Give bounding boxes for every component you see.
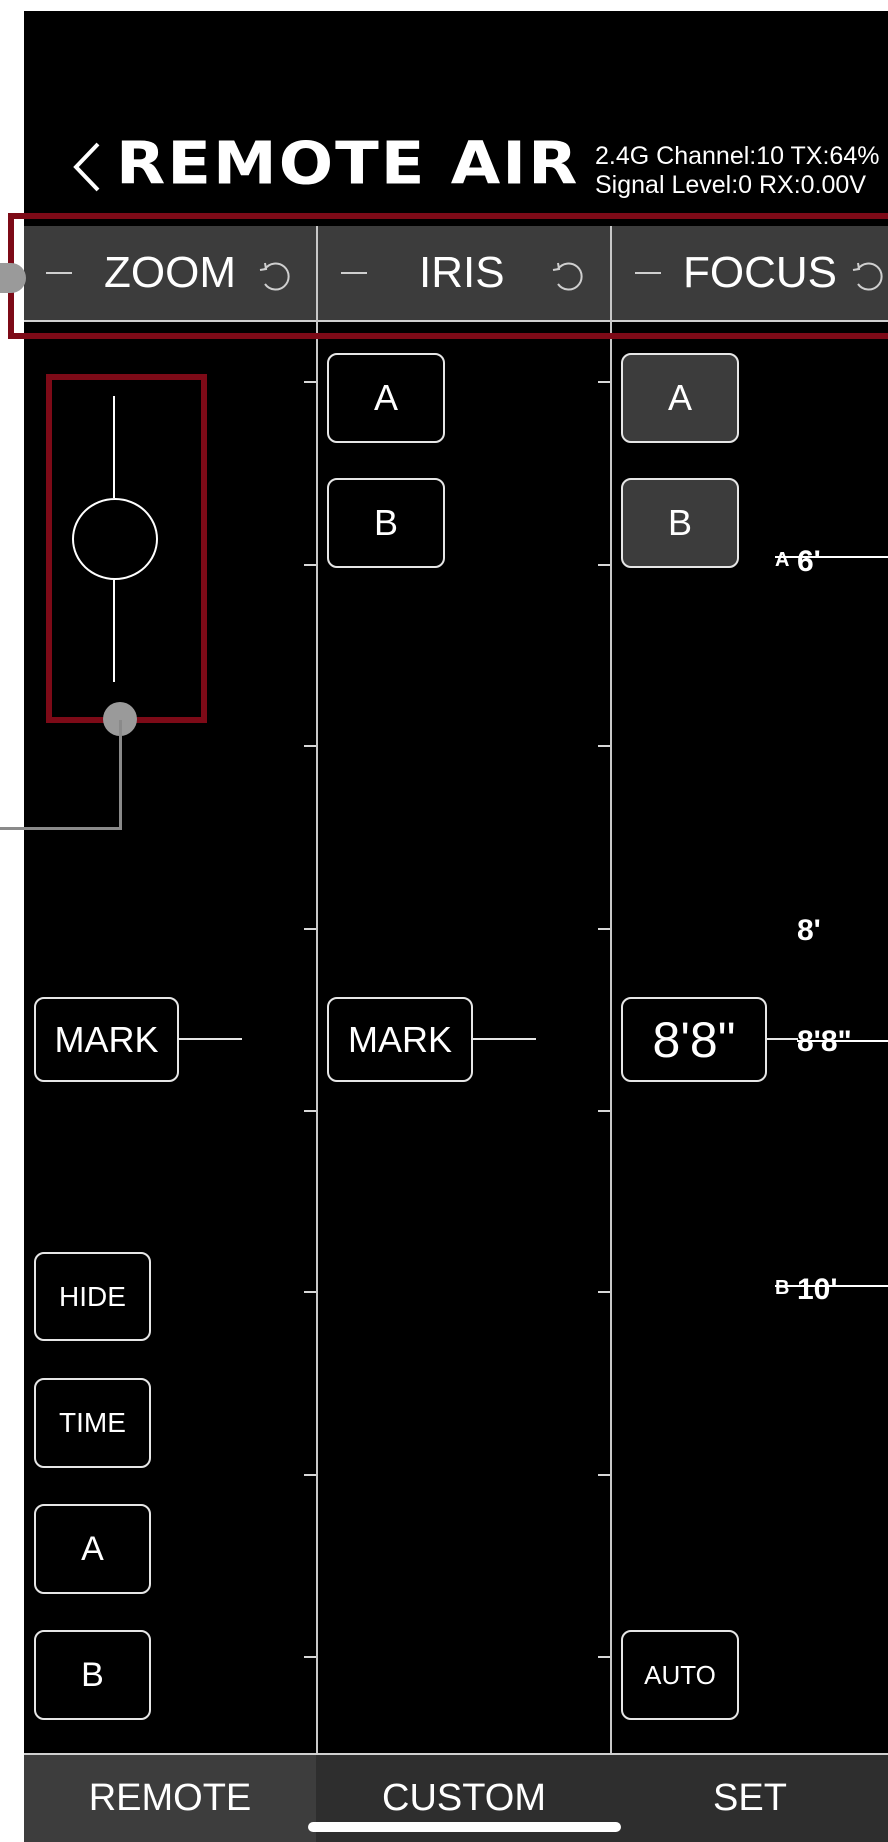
callout-line [0, 827, 122, 830]
scale-marker-a: A [775, 549, 790, 571]
focus-a-button[interactable]: A [621, 353, 739, 443]
home-indicator[interactable] [308, 1822, 621, 1832]
back-chevron-icon[interactable] [70, 140, 104, 194]
highlight-box-channel-header [8, 213, 888, 339]
zoom-mark-line [178, 1038, 242, 1040]
column-divider [316, 226, 318, 1755]
scale-tick [304, 1110, 316, 1112]
iris-b-button[interactable]: B [327, 478, 445, 568]
auto-focus-button[interactable]: AUTO [621, 1630, 739, 1720]
scale-tick [304, 1656, 316, 1658]
scale-label: 8' [797, 914, 821, 947]
zoom-mark-button[interactable]: MARK [34, 997, 179, 1082]
scale-tick [304, 745, 316, 747]
scale-tick [598, 1474, 610, 1476]
scale-tick [598, 1110, 610, 1112]
highlight-box-zoom-slider [46, 374, 207, 723]
scale-tick [598, 381, 610, 383]
tab-remote[interactable]: REMOTE [24, 1755, 316, 1842]
app-title: REMOTE AIR [116, 130, 580, 199]
status-channel-tx: 2.4G Channel:10 TX:64% [595, 142, 880, 170]
scale-tick [304, 1291, 316, 1293]
scale-tick [598, 928, 610, 930]
callout-line [119, 720, 122, 830]
time-button[interactable]: TIME [34, 1378, 151, 1468]
focus-mark-value-button[interactable]: 8'8" [621, 997, 767, 1082]
column-divider [610, 226, 612, 1755]
scale-tick [304, 564, 316, 566]
scale-tick [304, 381, 316, 383]
tab-set[interactable]: SET [612, 1755, 888, 1842]
scale-mark-line [775, 1285, 888, 1287]
focus-b-button[interactable]: B [621, 478, 739, 568]
scale-label: 8'8" [797, 1025, 852, 1058]
iris-mark-button[interactable]: MARK [327, 997, 473, 1082]
scale-mark-line [797, 1040, 888, 1042]
scale-marker-b: B [775, 1277, 790, 1299]
hide-button[interactable]: HIDE [34, 1252, 151, 1341]
scale-mark-line [775, 556, 888, 558]
scale-tick [304, 1474, 316, 1476]
iris-mark-line [472, 1038, 536, 1040]
scale-tick [598, 1656, 610, 1658]
scale-tick [598, 1291, 610, 1293]
iris-a-button[interactable]: A [327, 353, 445, 443]
scale-tick [598, 564, 610, 566]
status-signal-rx: Signal Level:0 RX:0.00V [595, 171, 867, 199]
zoom-a-button[interactable]: A [34, 1504, 151, 1594]
focus-mark-line [766, 1038, 798, 1040]
scale-label: 10' [797, 1273, 838, 1306]
scale-tick [304, 928, 316, 930]
zoom-b-button[interactable]: B [34, 1630, 151, 1720]
scale-tick [598, 745, 610, 747]
scale-label: 6' [797, 545, 821, 578]
